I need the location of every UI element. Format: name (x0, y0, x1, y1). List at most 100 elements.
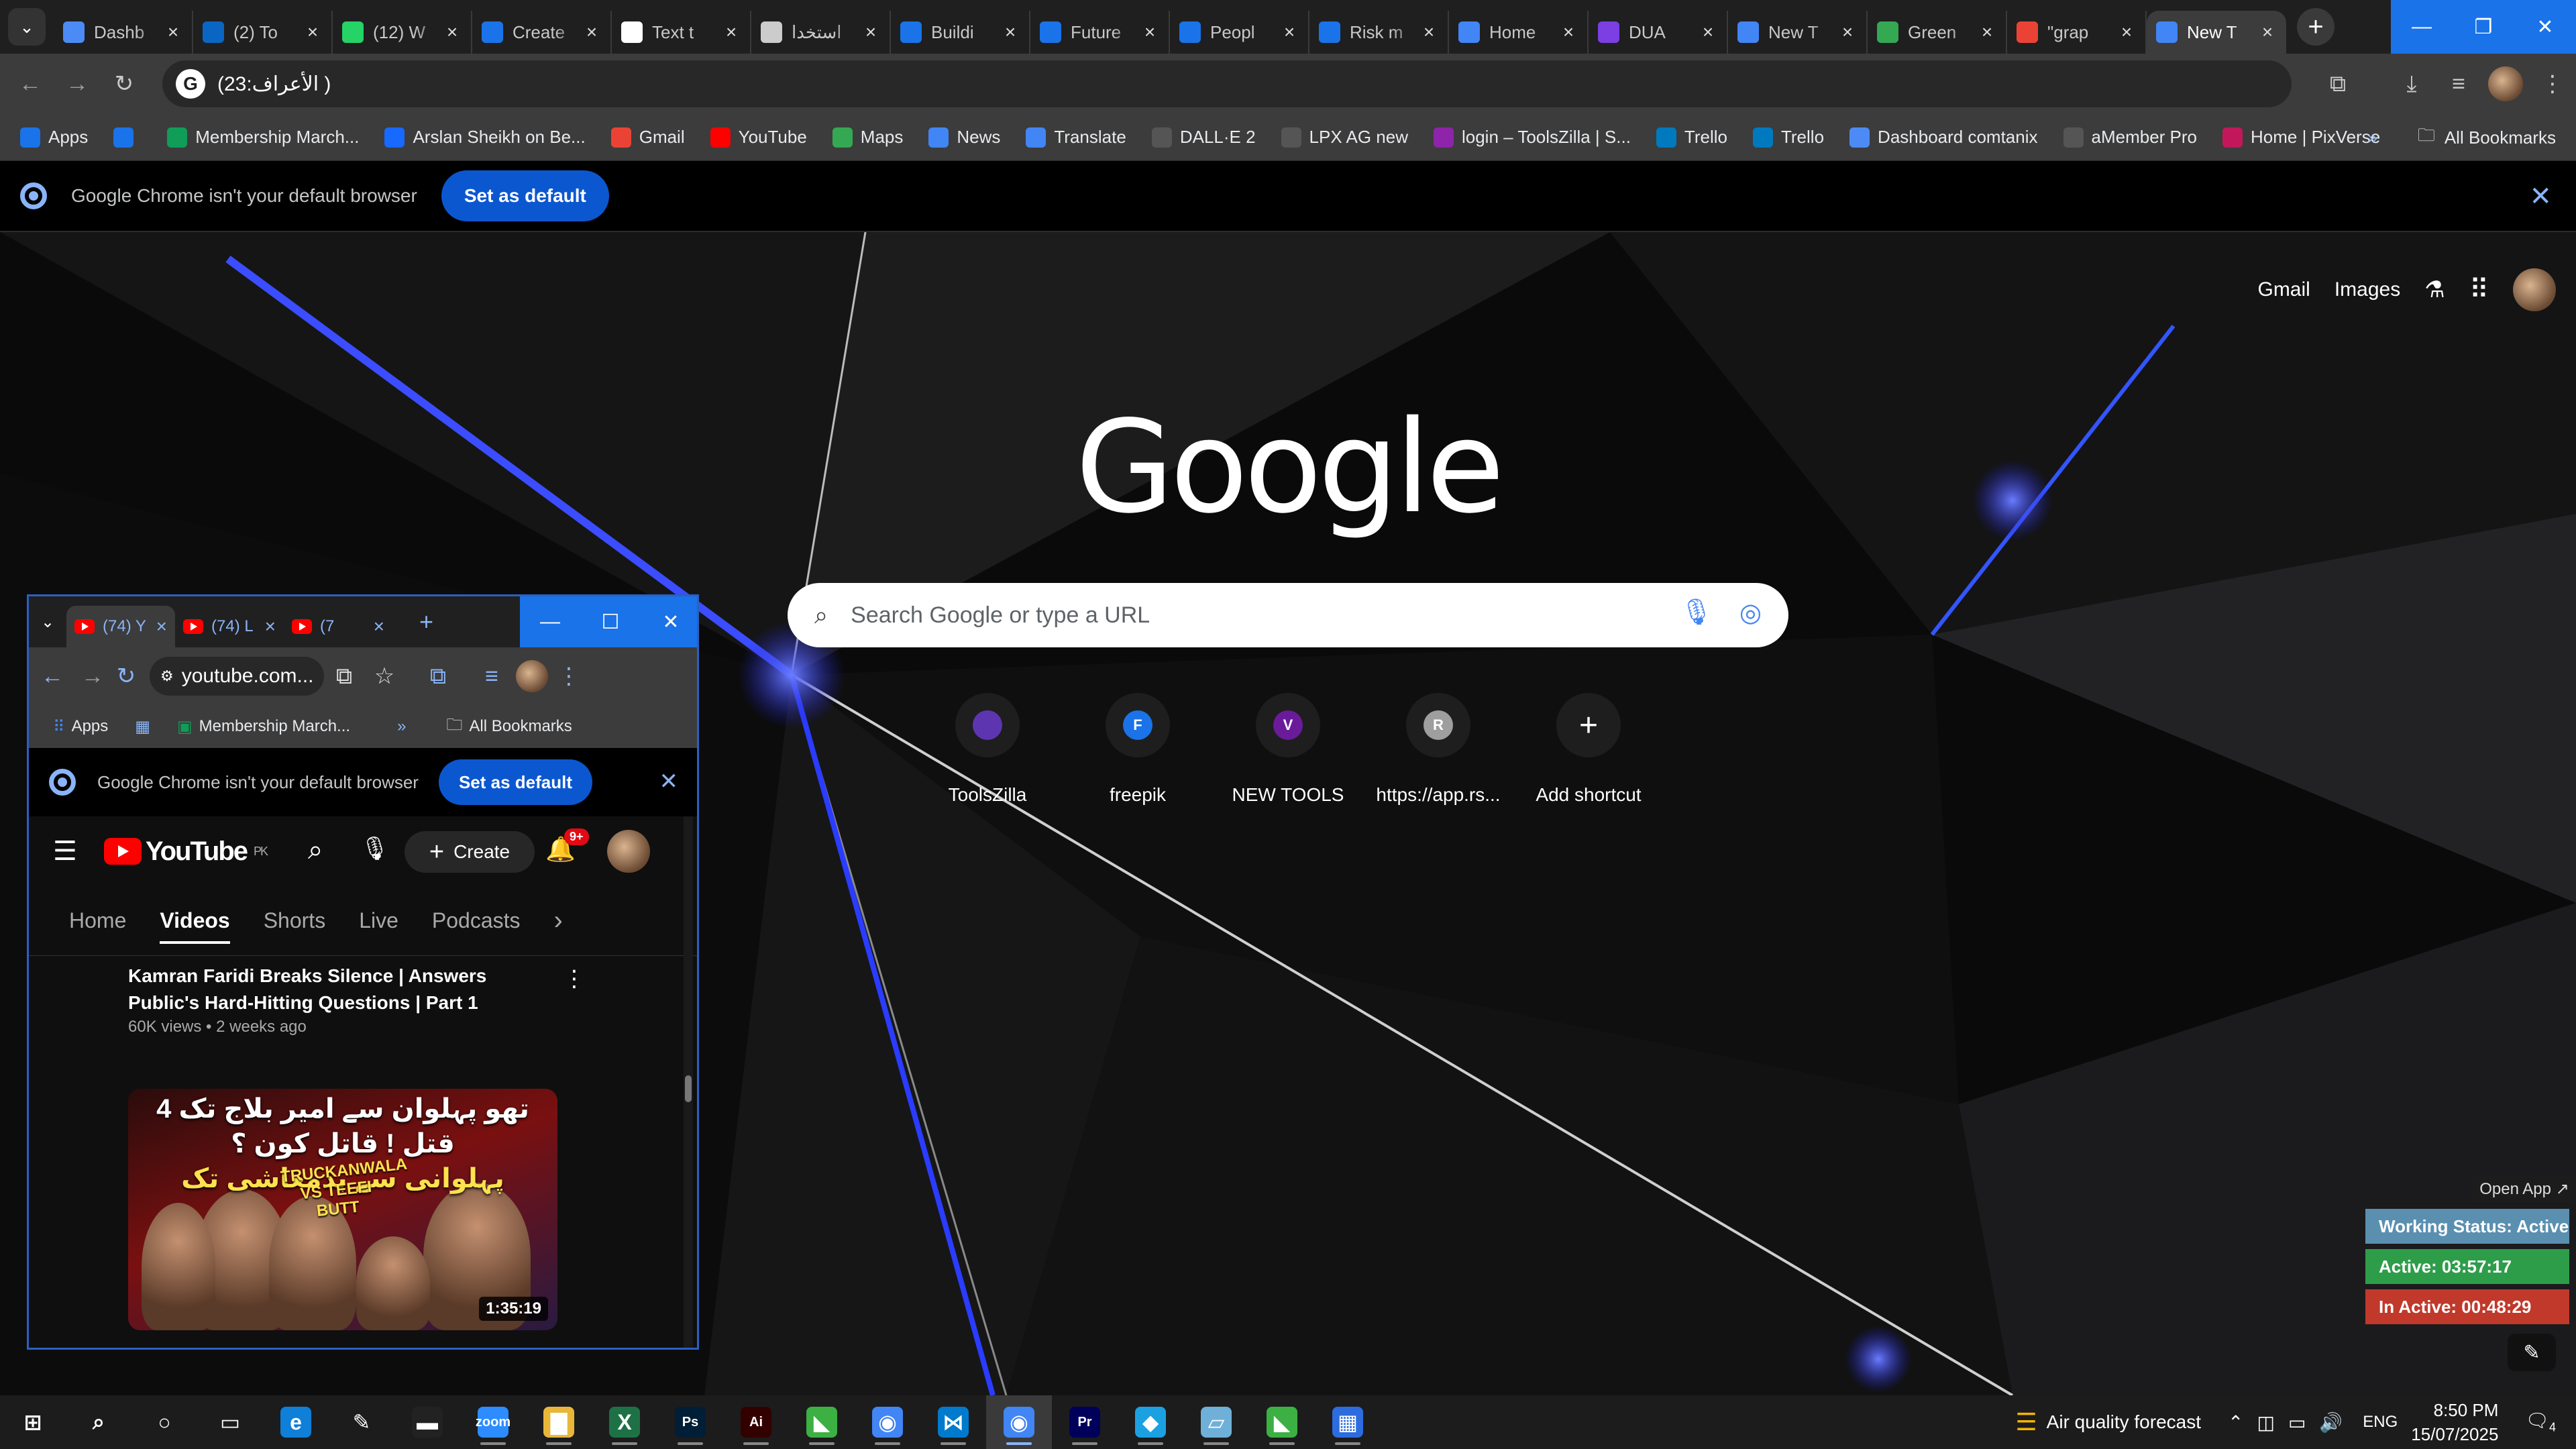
close-tab-icon[interactable]: × (1419, 21, 1438, 43)
popup-bookmark-membership[interactable]: Membership March... (199, 717, 350, 736)
bookmark-item[interactable]: YouTube (710, 127, 807, 148)
tab-15[interactable]: New T × (2147, 11, 2286, 54)
shortcut-tile[interactable]: Ffreepik (1063, 693, 1213, 806)
yt-tab-home[interactable]: Home (69, 908, 126, 933)
close-tab-icon[interactable]: × (1140, 21, 1159, 43)
close-tab-icon[interactable]: × (1280, 21, 1299, 43)
popup-all-bookmarks[interactable]: All Bookmarks (469, 717, 572, 736)
close-tab-icon[interactable]: × (722, 21, 741, 43)
extensions-icon[interactable]: ⧉ (2314, 60, 2361, 107)
shortcut-tile[interactable]: ToolsZilla (912, 693, 1063, 806)
taskbar-start-button[interactable]: ⊞ (0, 1395, 66, 1449)
tab-0[interactable]: Dashb × (54, 11, 193, 54)
cast-icon[interactable]: ⧉ (324, 653, 364, 700)
youtube-logo[interactable]: YouTube PK (103, 837, 268, 867)
bookmark-item[interactable]: LPX AG new (1281, 127, 1408, 148)
popup-forward-button[interactable]: → (76, 653, 109, 700)
labs-flask-icon[interactable]: ⚗ (2424, 276, 2445, 303)
more-bookmarks-icon[interactable]: » (397, 717, 406, 736)
bookmark-item[interactable]: Gmail (610, 127, 685, 148)
lens-icon[interactable]: ◎ (1739, 598, 1762, 628)
close-tab-icon[interactable]: × (1978, 21, 1996, 43)
popup-maximize-button[interactable]: ☐ (580, 596, 641, 647)
media-queue-icon[interactable]: ≡ (2435, 60, 2482, 107)
restore-button[interactable]: ❐ (2453, 0, 2514, 54)
page-scrollbar[interactable] (684, 816, 693, 1348)
tab-11[interactable]: DUA × (1589, 11, 1728, 54)
grid-icon[interactable]: ▦ (135, 717, 150, 737)
forward-button[interactable]: → (54, 60, 101, 107)
close-tab-icon[interactable]: × (1559, 21, 1578, 43)
yt-tab-podcasts[interactable]: Podcasts (432, 908, 521, 933)
close-tab-icon[interactable]: × (1699, 21, 1717, 43)
tab-9[interactable]: Risk m × (1309, 11, 1449, 54)
create-button[interactable]: + Create (405, 831, 535, 873)
scrollbar-thumb[interactable] (685, 1075, 692, 1102)
taskbar-chrome-profile-button[interactable]: ◉ (986, 1395, 1052, 1449)
ntp-search-box[interactable]: ⌕ Search Google or type a URL 🎙 ◎ (788, 583, 1788, 647)
taskbar-search-button[interactable]: ⌕ (66, 1395, 131, 1449)
close-tab-icon[interactable]: × (374, 616, 384, 637)
chevron-up-icon[interactable]: ⌃ (2228, 1411, 2243, 1434)
download-icon[interactable]: ⤓ (2388, 60, 2435, 107)
bookmark-item[interactable]: Home | PixVerse (2222, 127, 2380, 148)
clock[interactable]: 8:50 PM 15/07/2025 (2411, 1398, 2498, 1446)
popup-close-infobar-icon[interactable]: ✕ (659, 768, 679, 795)
close-tab-icon[interactable]: × (303, 21, 322, 43)
weather-icon[interactable]: ☰ (2015, 1408, 2037, 1436)
google-apps-icon[interactable]: ⠿ (2469, 274, 2489, 305)
close-infobar-icon[interactable]: ✕ (2529, 181, 2552, 212)
edit-pencil-icon[interactable]: ✎ (2508, 1334, 2556, 1371)
video-thumbnail[interactable]: تھو پہلوان سے امیر بلاج تک 4 قتل ! قاتل … (128, 1089, 557, 1330)
shortcut-tile[interactable]: V NEW TOOLS (1213, 693, 1363, 806)
close-tab-icon[interactable]: × (2117, 21, 2136, 43)
account-avatar[interactable] (2513, 268, 2556, 311)
bookmark-item[interactable]: Trello (1656, 127, 1727, 148)
taskbar-cortana-button[interactable]: ○ (131, 1395, 197, 1449)
close-tab-icon[interactable]: × (164, 21, 182, 43)
tab-4[interactable]: Text t × (612, 11, 751, 54)
yt-tab-live[interactable]: Live (359, 908, 398, 933)
reload-button[interactable]: ↻ (101, 60, 148, 107)
youtube-avatar[interactable] (607, 830, 650, 873)
network-icon[interactable]: ▭ (2288, 1411, 2306, 1434)
bookmark-item[interactable]: News (928, 127, 1000, 148)
bookmark-item[interactable]: Arslan Sheikh on Be... (384, 127, 586, 148)
notification-center-icon[interactable]: 🗨4 (2525, 1409, 2556, 1435)
tab-8[interactable]: Peopl × (1170, 11, 1309, 54)
tab-5[interactable]: استخدا × (751, 11, 891, 54)
close-tab-icon[interactable]: × (861, 21, 880, 43)
popup-tab-search-button[interactable]: ⌄ (29, 603, 66, 641)
popup-close-button[interactable]: ✕ (641, 596, 697, 647)
profile-avatar-button[interactable] (2482, 60, 2529, 107)
close-tab-icon[interactable]: × (265, 616, 276, 637)
bookmark-item[interactable]: Membership March... (167, 127, 359, 148)
video-options-icon[interactable]: ⋮ (563, 965, 586, 992)
close-tab-icon[interactable]: × (1001, 21, 1020, 43)
taskbar-blue-app-button[interactable]: ◆ (1118, 1395, 1183, 1449)
taskbar-pen-button[interactable]: ✎ (329, 1395, 394, 1449)
hamburger-menu-icon[interactable]: ☰ (53, 836, 77, 867)
popup-bookmark-apps[interactable]: Apps (72, 717, 109, 736)
close-tab-icon[interactable]: × (2258, 21, 2277, 43)
popup-tab-2[interactable]: (7 × (284, 606, 392, 647)
popup-set-default-button[interactable]: Set as default (438, 759, 593, 805)
shortcut-tile[interactable]: Rhttps://app.rs... (1363, 693, 1513, 806)
bookmark-item[interactable] (113, 127, 142, 148)
more-bookmarks-icon[interactable]: » (2367, 127, 2377, 148)
taskbar-green-app-button[interactable]: ◣ (789, 1395, 855, 1449)
set-as-default-button[interactable]: Set as default (441, 170, 609, 221)
taskbar-chrome-button[interactable]: ◉ (855, 1395, 920, 1449)
gmail-link[interactable]: Gmail (2257, 278, 2310, 301)
minimize-button[interactable]: — (2391, 0, 2453, 54)
close-window-button[interactable]: ✕ (2514, 0, 2576, 54)
tab-3[interactable]: Create × (472, 11, 612, 54)
volume-icon[interactable]: 🔊 (2319, 1411, 2343, 1434)
bookmark-item[interactable]: Translate (1026, 127, 1126, 148)
new-tab-button[interactable]: + (2297, 8, 2334, 46)
bookmark-item[interactable]: Trello (1752, 127, 1824, 148)
close-tab-icon[interactable]: × (1838, 21, 1857, 43)
search-icon[interactable]: ⌕ (308, 835, 323, 865)
open-app-button[interactable]: Open App ↗ (2473, 1175, 2576, 1202)
weather-text[interactable]: Air quality forecast (2047, 1411, 2201, 1433)
